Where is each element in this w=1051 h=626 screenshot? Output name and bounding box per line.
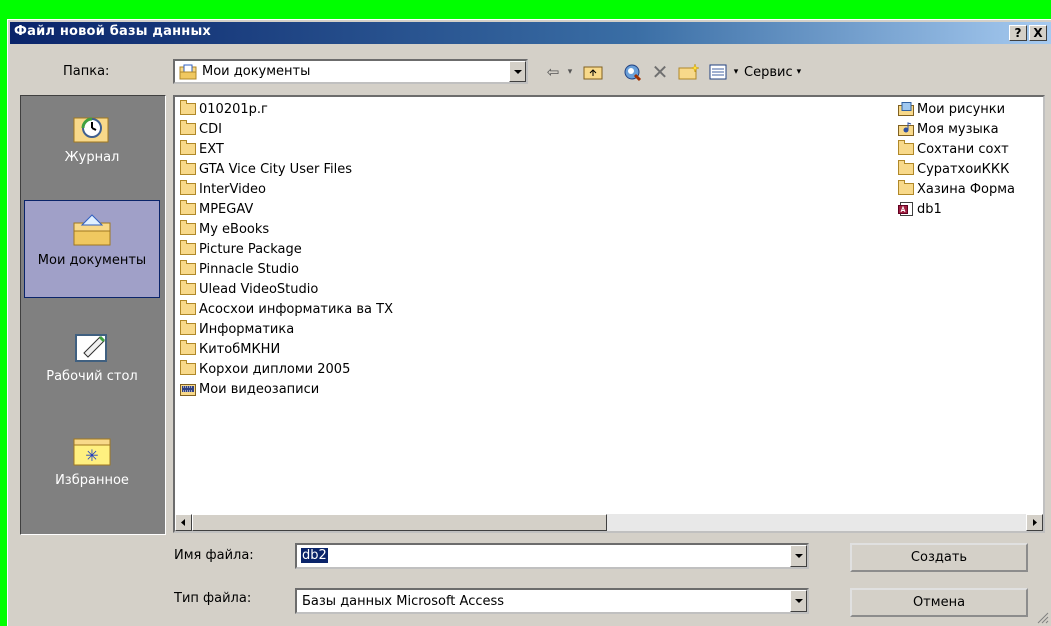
folder-icon [180,140,196,155]
views-icon[interactable] [706,61,730,83]
music-folder-icon [898,122,914,136]
delete-icon[interactable]: ✕ [648,60,672,84]
views-dropdown-icon[interactable]: ▾ [730,61,742,83]
history-icon [72,110,112,144]
filename-dropdown-button[interactable] [790,545,807,567]
tools-dropdown-icon: ▾ [796,67,802,77]
place-my-documents[interactable]: Мои документы [24,200,160,298]
filetype-dropdown-button[interactable] [790,590,807,612]
list-item[interactable]: MPEGAV [180,199,253,219]
folder-label: Папка: [63,64,110,79]
new-database-dialog: Файл новой базы данных ? X Папка: Мои до… [7,19,1051,626]
list-item[interactable]: GTA Vice City User Files [180,159,352,179]
filename-field[interactable]: db2 [295,543,809,569]
resize-grip-icon[interactable] [1037,612,1049,624]
desktop-icon [72,329,112,363]
folder-icon [180,200,196,215]
list-item[interactable]: Мои рисунки [898,99,1005,119]
favorites-icon: ✳ [72,433,112,467]
place-history[interactable]: Журнал [24,98,160,196]
list-item[interactable]: Pinnacle Studio [180,259,299,279]
scroll-right-button[interactable] [1026,514,1043,531]
scroll-thumb[interactable] [192,514,607,531]
my-documents-folder-icon [72,213,112,247]
filetype-value: Базы данных Microsoft Access [302,594,505,609]
places-bar: Журнал Мои документы Рабочий стол ✳ Избр… [20,95,166,535]
title-bar: Файл новой базы данных ? X [10,22,1051,44]
list-item[interactable]: Мои видеозаписи [180,379,319,399]
list-item[interactable]: СуратхоиККК [898,159,1009,179]
place-desktop[interactable]: Рабочий стол [24,317,160,415]
close-button[interactable]: X [1029,25,1047,41]
place-my-documents-label: Мои документы [37,253,147,268]
create-button[interactable]: Создать [850,543,1028,572]
filetype-combo[interactable]: Базы данных Microsoft Access [295,588,809,614]
tools-menu-label: Сервис [744,64,793,80]
place-history-label: Журнал [64,150,120,165]
list-item[interactable]: 010201р.г [180,99,268,119]
up-folder-icon[interactable] [581,61,605,83]
tools-menu[interactable]: Сервис ▾ [744,61,826,83]
place-desktop-label: Рабочий стол [46,369,138,384]
folder-icon [180,180,196,195]
list-item[interactable]: Ulead VideoStudio [180,279,318,299]
folder-icon [180,360,196,375]
folder-icon [898,160,914,175]
folder-icon [180,340,196,355]
new-folder-icon[interactable] [676,61,702,83]
folder-icon [180,120,196,135]
file-list[interactable]: 010201р.г CDI EXT GTA Vice City User Fil… [173,95,1045,533]
help-button[interactable]: ? [1009,25,1027,41]
filename-label: Имя файла: [174,548,254,563]
search-web-icon[interactable] [619,61,645,83]
filetype-label: Тип файла: [174,591,252,606]
back-dropdown-icon[interactable]: ▾ [564,61,576,83]
list-item[interactable]: EXT [180,139,224,159]
folder-icon [180,220,196,235]
access-database-icon [898,202,913,216]
folder-icon [180,100,196,115]
my-documents-icon [179,64,197,80]
list-item[interactable]: Асосхои информатика ва ТХ [180,299,393,319]
list-item[interactable]: Корхои дипломи 2005 [180,359,350,379]
scroll-left-button[interactable] [175,514,192,531]
list-item[interactable]: КитобМКНИ [180,339,280,359]
folder-dropdown-button[interactable] [509,61,526,82]
folder-icon [898,180,914,195]
list-item[interactable]: CDI [180,119,222,139]
folder-value: Мои документы [202,64,311,79]
list-item[interactable]: Информатика [180,319,294,339]
back-arrow-icon[interactable]: ⇦ [540,61,566,83]
folder-icon [898,140,914,155]
list-item[interactable]: InterVideo [180,179,266,199]
cancel-button[interactable]: Отмена [850,588,1028,617]
list-item[interactable]: Picture Package [180,239,302,259]
list-item[interactable]: Сохтани сохт [898,139,1009,159]
place-favorites[interactable]: ✳ Избранное [24,421,160,519]
list-item[interactable]: My eBooks [180,219,269,239]
folder-icon [180,160,196,175]
list-item[interactable]: Моя музыка [898,119,999,139]
list-item[interactable]: db1 [898,199,942,219]
folder-icon [180,260,196,275]
video-folder-icon [180,384,196,396]
folder-icon [180,280,196,295]
filename-value: db2 [301,548,328,563]
list-item[interactable]: Хазина Форма [898,179,1015,199]
folder-icon [180,300,196,315]
dialog-title: Файл новой базы данных [14,24,211,39]
folder-icon [180,240,196,255]
horizontal-scrollbar[interactable] [175,514,1043,531]
folder-combo[interactable]: Мои документы [173,59,528,84]
folder-icon [180,320,196,335]
pictures-folder-icon [898,102,914,116]
svg-text:✳: ✳ [85,446,98,465]
place-favorites-label: Избранное [55,473,129,488]
